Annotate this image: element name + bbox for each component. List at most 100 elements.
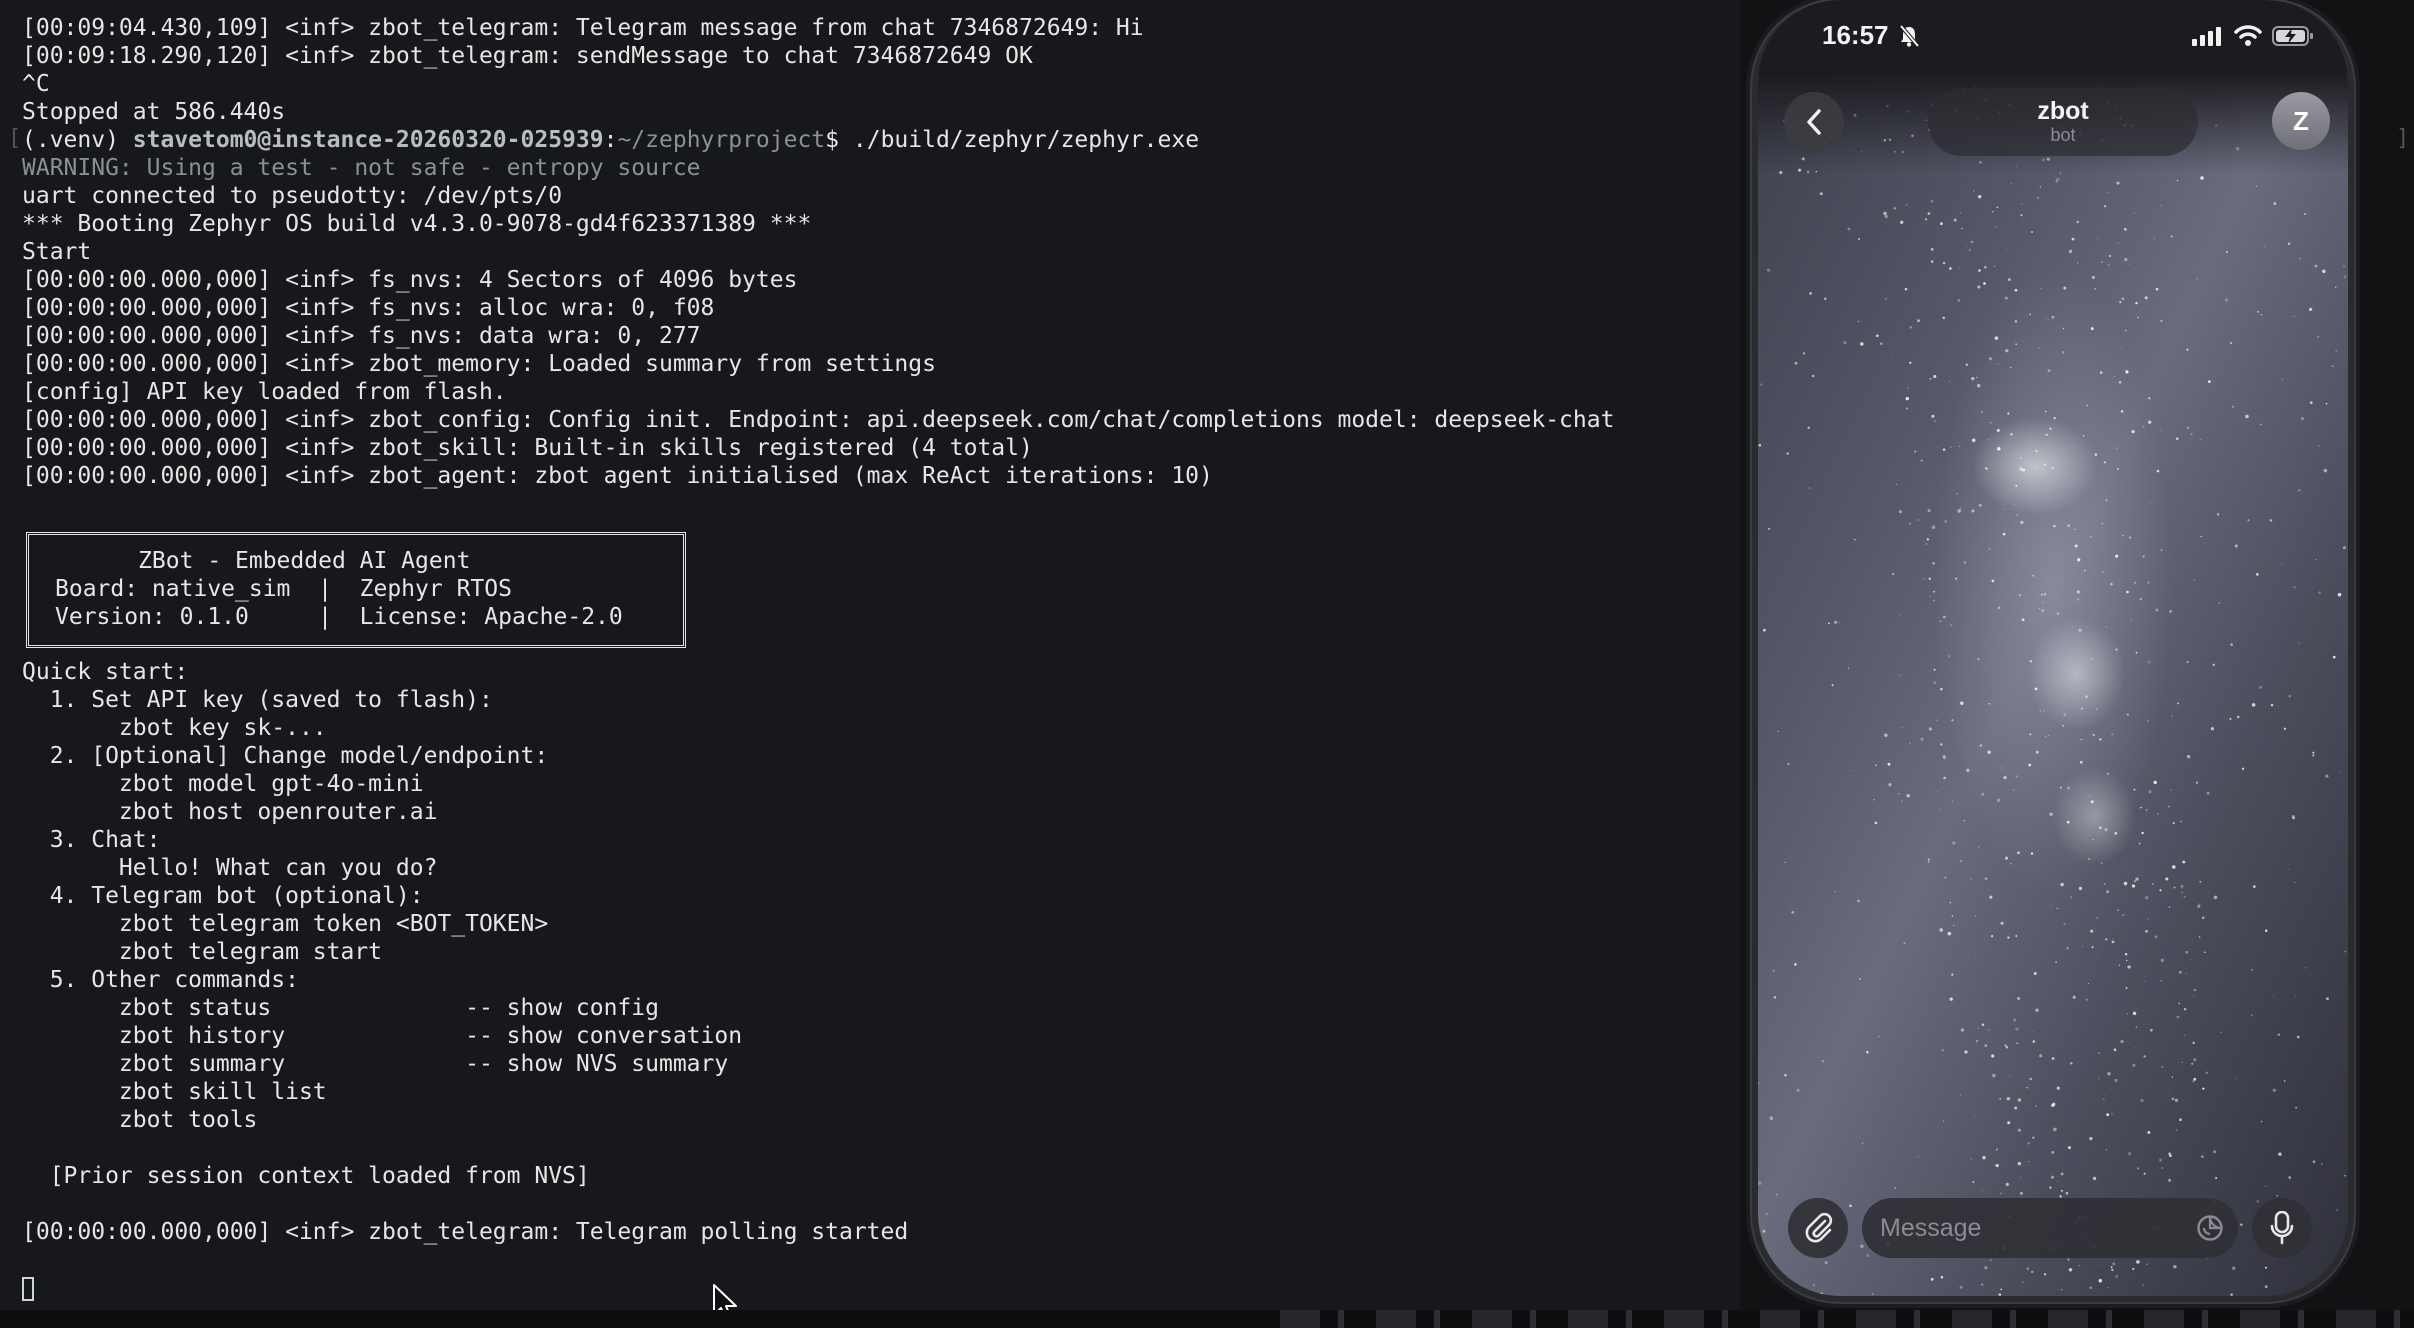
star <box>1939 928 1943 932</box>
star <box>2175 1129 2178 1131</box>
message-input[interactable]: Message <box>1862 1198 2238 1258</box>
star <box>2053 1127 2057 1132</box>
star <box>2326 997 2329 1001</box>
star <box>1936 719 1938 722</box>
star <box>1834 891 1836 892</box>
voice-message-button[interactable] <box>2252 1198 2312 1258</box>
star <box>1888 783 1892 787</box>
star <box>2159 889 2162 892</box>
star <box>1931 414 1935 418</box>
star <box>2160 980 2162 982</box>
star <box>1884 733 1888 737</box>
star <box>1975 953 1976 955</box>
star <box>2144 980 2146 982</box>
star <box>2277 1033 2280 1036</box>
star <box>1971 438 1976 443</box>
star <box>1994 336 1999 340</box>
star <box>2169 1088 2171 1090</box>
star <box>2178 970 2183 974</box>
back-button[interactable] <box>1784 92 1844 152</box>
star <box>1972 1181 1975 1183</box>
star <box>2125 987 2128 989</box>
star <box>2147 660 2151 664</box>
prompt-sep: : <box>603 127 618 153</box>
star <box>2009 1075 2011 1077</box>
star <box>2029 1077 2033 1081</box>
star <box>2014 320 2018 323</box>
star <box>2147 581 2150 584</box>
avatar[interactable]: Z <box>2272 92 2330 150</box>
prompt-path: ~/zephyrproject <box>617 127 826 153</box>
star <box>2056 1086 2060 1090</box>
star <box>2251 1014 2253 1016</box>
star <box>2010 863 2012 865</box>
star <box>2031 231 2033 233</box>
star <box>2051 315 2055 319</box>
star <box>2112 937 2114 939</box>
terminal-line: Stopped at 586.440s <box>22 99 286 125</box>
star <box>2213 1150 2217 1154</box>
terminal-line: Hello! What can you do? <box>22 855 438 881</box>
star <box>1898 792 1900 795</box>
chat-title-button[interactable]: zbot bot <box>1928 88 2198 156</box>
terminal-window[interactable]: [00:09:04.430,109] <inf> zbot_telegram: … <box>0 0 1740 1328</box>
star <box>1819 192 1823 196</box>
star <box>2096 917 2099 919</box>
star <box>2111 940 2115 944</box>
star <box>2126 1013 2128 1015</box>
star <box>2116 447 2119 450</box>
star <box>1901 726 1903 729</box>
star <box>2068 249 2073 254</box>
star <box>2191 1062 2194 1065</box>
star <box>1927 509 1931 513</box>
sticker-icon[interactable] <box>2196 1214 2224 1242</box>
star <box>2137 1167 2140 1170</box>
star <box>1884 214 1888 219</box>
attach-button[interactable] <box>1788 1198 1848 1258</box>
star <box>2210 727 2214 731</box>
star <box>2041 609 2044 612</box>
star <box>2107 192 2109 194</box>
star <box>2003 776 2007 780</box>
star <box>2237 715 2240 719</box>
star <box>1909 742 1911 744</box>
star <box>1786 452 1789 455</box>
star <box>1763 628 1766 632</box>
star <box>1924 218 1928 221</box>
star <box>1898 674 1901 676</box>
star <box>1999 1097 2002 1100</box>
star <box>2044 410 2047 413</box>
star <box>2312 754 2315 757</box>
star <box>1894 1187 1897 1189</box>
star <box>2131 430 2135 434</box>
terminal-line: [00:00:00.000,000] <inf> fs_nvs: alloc w… <box>22 295 715 321</box>
star <box>1766 268 1771 272</box>
star <box>1958 266 1960 268</box>
bell-slash-icon <box>1899 24 1920 48</box>
terminal-line: zbot skill list <box>22 1079 327 1105</box>
star <box>2160 319 2163 322</box>
star <box>2153 780 2157 785</box>
star <box>2229 717 2232 720</box>
star <box>1769 1116 1774 1120</box>
star <box>2288 868 2290 870</box>
star <box>1831 684 1834 687</box>
star <box>2106 890 2110 894</box>
star <box>2146 720 2149 722</box>
star <box>2103 882 2106 886</box>
star <box>2186 348 2189 352</box>
star <box>1960 701 1964 705</box>
star <box>1991 579 1995 583</box>
star <box>2288 1176 2292 1179</box>
chevron-left-icon <box>1807 109 1821 135</box>
telegram-chat-screen: 16:57 zbot bot Z Message <box>1758 0 2348 1296</box>
star <box>2049 1186 2052 1189</box>
star <box>2135 1026 2138 1028</box>
star <box>2205 1071 2208 1074</box>
star <box>2288 694 2291 698</box>
star <box>1949 380 1950 382</box>
star <box>2004 1044 2007 1047</box>
